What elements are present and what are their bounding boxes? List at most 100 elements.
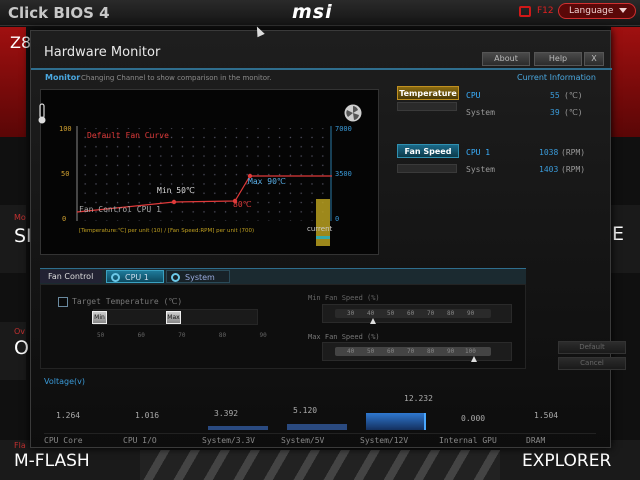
mid-point-label: 80℃ [233,200,252,209]
default-button[interactable]: Default [558,341,626,354]
tick: 70 [427,310,435,317]
voltage-value: 0.000 [461,414,486,423]
dialog-title: Hardware Monitor [44,45,161,60]
voltage-value: 1.016 [135,411,160,420]
about-button[interactable]: About [482,52,530,66]
current-information-label: Current Information [517,73,596,82]
bg-tile-label: M-FLASH [14,451,90,471]
fan-name-system[interactable]: System [466,165,495,174]
voltage-name: System/5V [281,436,325,445]
voltage-item: 0.000 Internal GPU [435,387,511,445]
fan-icon [171,273,180,282]
tick: 100 [465,348,476,355]
tick: 90 [259,332,267,339]
target-min-handle[interactable]: Min [92,311,107,324]
f12-label[interactable]: F12 [537,6,554,16]
help-button[interactable]: Help [534,52,582,66]
target-temperature-checkbox[interactable] [58,297,68,307]
voltage-name: CPU Core [44,436,83,445]
voltage-name: System/12V [360,436,409,445]
slider-track: 30 40 50 60 70 80 90 [335,309,491,318]
cancel-button[interactable]: Cancel [558,357,626,370]
fan-curve-svg[interactable]: 100 50 0 7000 3500 0 Default Fan Curve M… [41,90,380,256]
bg-tile-mode[interactable]: Mo SI [0,205,32,273]
bios-screen: Click BIOS 4 msi F12 Language Z8 Mo SI O… [0,0,640,480]
language-button[interactable]: Language [558,3,636,19]
right-tick-label: 3500 [335,170,352,178]
monitor-hint: Changing Channel to show comparison in t… [81,74,272,82]
top-bar: Click BIOS 4 msi F12 Language [0,0,640,26]
right-tick-label: 7000 [335,125,352,133]
msi-logo: msi [292,1,333,23]
tick: 60 [137,332,145,339]
target-temperature-slider[interactable]: Min Max [92,309,258,325]
channel-label: Fan Control CPU 1 [79,205,161,214]
tab-cpu1[interactable]: CPU 1 [106,270,164,283]
voltage-value: 5.120 [293,406,318,415]
tick: 80 [447,310,455,317]
thermometer-icon [38,103,46,124]
tick: 40 [347,348,355,355]
tick: 30 [347,310,355,317]
tab-label: System [185,273,215,282]
fan-curve-graph[interactable]: 100 50 0 7000 3500 0 Default Fan Curve M… [40,89,379,255]
bg-tile-right-mid[interactable]: E [611,205,640,273]
bg-tile-right-top[interactable] [611,27,640,137]
screenshot-icon[interactable] [519,6,531,17]
min-fan-speed-label: Min Fan Speed (%) [308,294,380,302]
bg-tile-label: O [14,337,29,359]
voltage-label: Voltage(v) [44,377,85,386]
temp-name-cpu[interactable]: CPU [466,91,480,100]
voltage-bar [208,426,268,430]
voltage-name: System/3.3V [202,436,255,445]
bg-tile-oc[interactable]: Ov O [0,322,29,380]
voltage-item: 1.264 CPU Core [40,387,116,445]
tick: 40 [367,310,375,317]
tick: 70 [178,332,186,339]
temp-value-cpu: 55 [550,91,560,100]
target-temperature-label: Target Temperature (℃) [72,297,183,306]
fan-icon [344,104,362,122]
bg-tile-label: EXPLORER [522,451,612,471]
bg-tile-small: Fla [14,441,26,450]
fan-unit: (RPM) [561,165,586,174]
min-fan-speed-slider[interactable]: 30 40 50 60 70 80 90 [322,304,512,324]
fan-unit: (RPM) [561,148,586,157]
curve-title: Default Fan Curve [87,131,169,140]
temp-unit: (℃) [564,108,583,117]
fan-value-cpu1: 1038 [539,148,559,157]
tick: 50 [97,332,105,339]
max-fan-speed-label: Max Fan Speed (%) [308,333,380,341]
app-title: Click BIOS 4 [8,4,110,22]
left-tick-label: 100 [59,125,72,133]
current-label: current [307,225,333,233]
min-fan-thumb[interactable] [370,318,376,324]
temp-name-system[interactable]: System [466,108,495,117]
max-fan-speed-slider[interactable]: 40 50 60 70 80 90 100 [322,342,512,362]
close-button[interactable]: X [584,52,604,66]
graph-legend: [Temperature:℃] per unit (10) / [Fan Spe… [79,227,254,234]
target-max-handle[interactable]: Max [166,311,181,324]
slider-track: 40 50 60 70 80 90 100 [335,347,491,356]
left-tick-label: 0 [62,215,66,223]
chevron-down-icon [619,8,627,13]
fan-icon [111,273,120,282]
background-dragon-art [140,450,500,480]
temp-value-system: 39 [550,108,560,117]
tab-system[interactable]: System [166,270,230,283]
fan-control-tabs: Fan Control CPU 1 System [40,268,526,284]
tick: 50 [387,310,395,317]
voltage-item: 5.120 System/5V [277,387,353,445]
title-separator [31,68,612,70]
bg-tile-settings[interactable]: Z8 [0,27,31,137]
tab-fan-control[interactable]: Fan Control [40,270,102,283]
info-bar [397,102,457,111]
voltage-value: 1.264 [56,411,81,420]
max-fan-thumb[interactable] [471,356,477,362]
max-point-label: Max 90℃ [248,177,286,186]
fan-name-cpu1[interactable]: CPU 1 [466,148,490,157]
curve-point-min[interactable] [171,199,177,205]
voltage-item: 1.504 DRAM [514,387,590,445]
current-fan-marker [316,236,330,239]
tab-label: CPU 1 [125,273,149,282]
